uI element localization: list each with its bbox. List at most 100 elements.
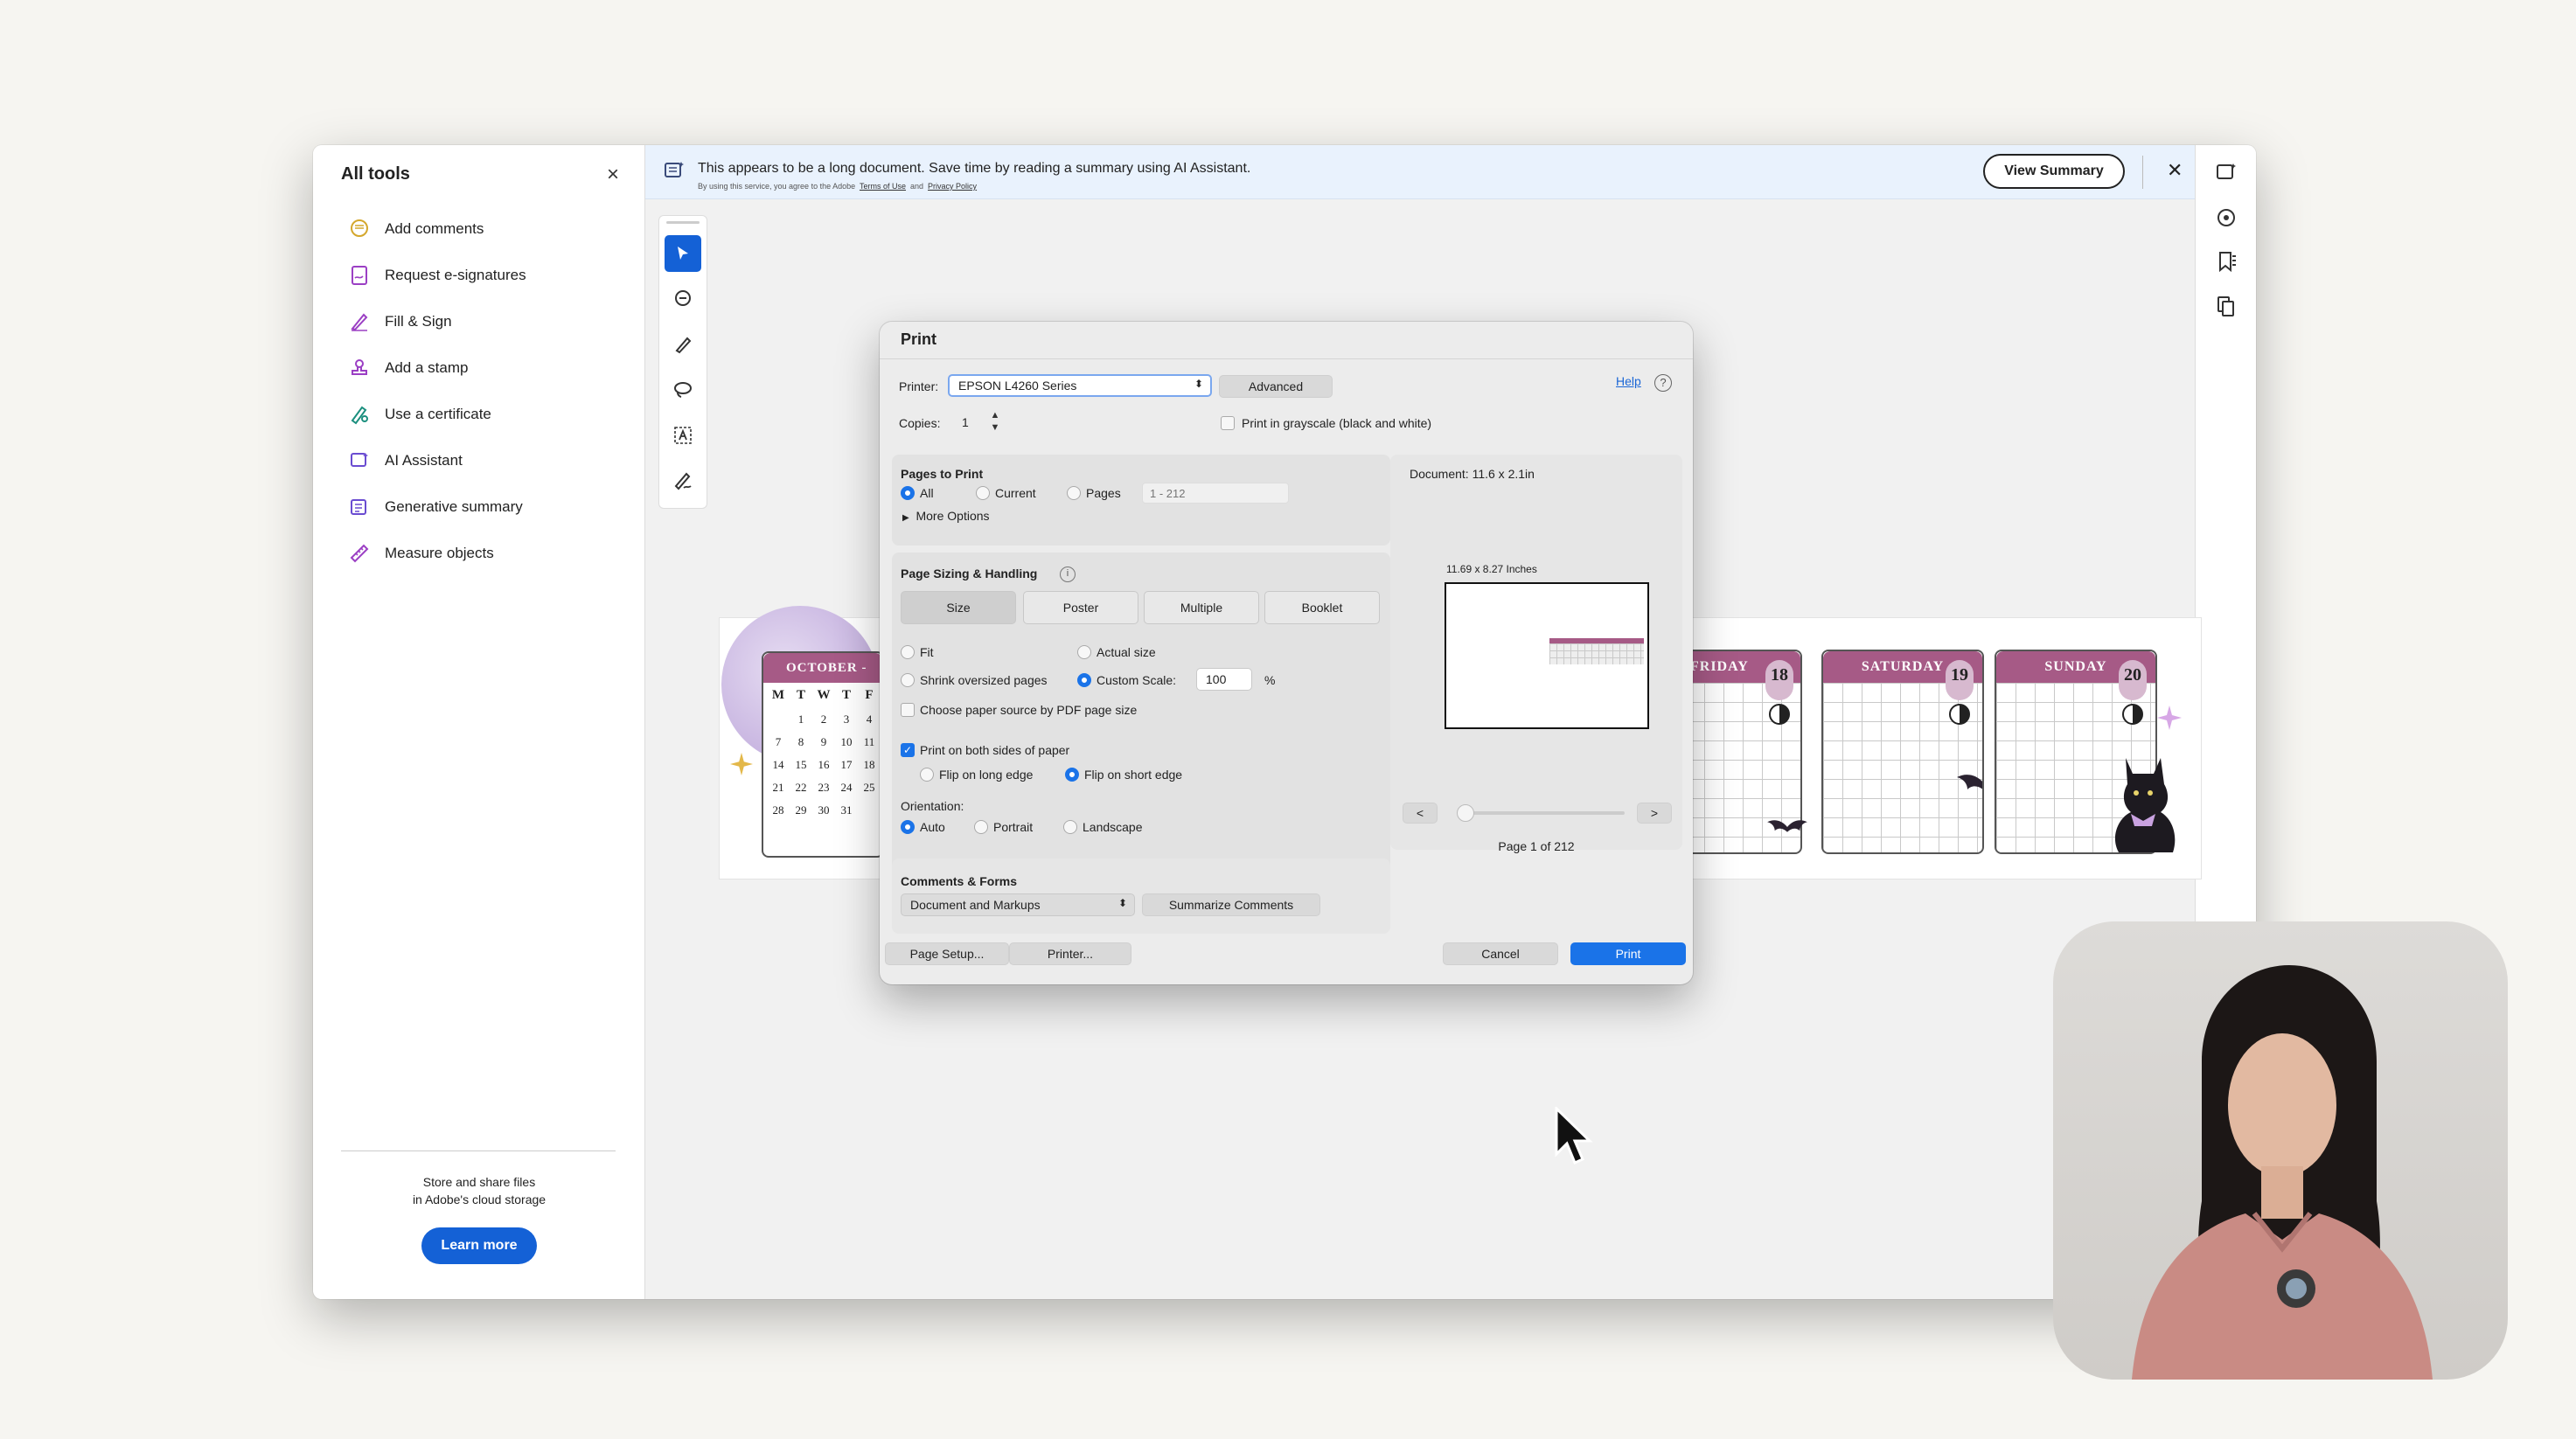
- tool-add-comments[interactable]: Add comments: [348, 212, 484, 247]
- section-heading: Pages to Print: [901, 467, 984, 481]
- shrink-radio[interactable]: [901, 673, 915, 687]
- all-tools-panel: All tools × Add comments Request e-signa…: [313, 145, 645, 1299]
- tool-use-certificate[interactable]: Use a certificate: [348, 397, 491, 432]
- certificate-icon: [351, 406, 368, 425]
- long-edge-radio[interactable]: [920, 768, 934, 782]
- black-cat-illustration: [2114, 758, 2176, 852]
- radio-label: Actual size: [1097, 645, 1156, 659]
- tab-poster[interactable]: Poster: [1023, 591, 1138, 624]
- ruler-icon: [350, 544, 369, 563]
- portrait-radio[interactable]: [974, 820, 988, 834]
- stamp-icon: [352, 359, 367, 375]
- custom-scale-radio[interactable]: [1077, 673, 1091, 687]
- tab-booklet[interactable]: Booklet: [1264, 591, 1380, 624]
- tab-size[interactable]: Size: [901, 591, 1016, 624]
- landscape-radio[interactable]: [1063, 820, 1077, 834]
- pages-range-input[interactable]: [1142, 483, 1289, 504]
- radio-label: Current: [995, 486, 1036, 500]
- banner-message: This appears to be a long document. Save…: [698, 161, 1251, 176]
- lasso-tool[interactable]: [665, 372, 701, 408]
- print-button[interactable]: Print: [1570, 942, 1686, 965]
- view-summary-button[interactable]: View Summary: [1983, 154, 2125, 189]
- moon-phase-icon: [1949, 704, 1970, 725]
- checkbox-label: Print on both sides of paper: [920, 743, 1070, 757]
- calendar-date: 9: [820, 735, 827, 748]
- more-options-disclosure[interactable]: ▶ More Options: [902, 509, 990, 523]
- next-page-button[interactable]: >: [1637, 803, 1672, 824]
- all-pages-radio[interactable]: [901, 486, 915, 500]
- page-sizing-section: Page Sizing & Handling i Size Poster Mul…: [892, 553, 1390, 885]
- close-panel-icon[interactable]: ×: [607, 163, 619, 187]
- radio-label: Shrink oversized pages: [920, 673, 1048, 687]
- weekday-head: T: [796, 688, 805, 702]
- pages-icon[interactable]: [2213, 294, 2239, 320]
- tab-multiple[interactable]: Multiple: [1144, 591, 1259, 624]
- tool-measure-objects[interactable]: Measure objects: [348, 536, 494, 571]
- terms-link[interactable]: Terms of Use: [860, 182, 906, 191]
- help-icon[interactable]: ?: [1654, 374, 1672, 392]
- fit-radio[interactable]: [901, 645, 915, 659]
- calendar-date: 3: [843, 713, 850, 726]
- short-edge-radio[interactable]: [1065, 768, 1079, 782]
- printer-button[interactable]: Printer...: [1009, 942, 1131, 965]
- actual-size-radio[interactable]: [1077, 645, 1091, 659]
- toolbar-handle[interactable]: [666, 221, 700, 224]
- page-slider-thumb[interactable]: [1457, 804, 1474, 822]
- weekday-head: F: [865, 688, 874, 702]
- printer-select[interactable]: EPSON L4260 Series ⬍: [948, 374, 1212, 397]
- calendar-date: 25: [863, 781, 875, 794]
- updown-chevron-icon: ⬍: [1194, 378, 1203, 390]
- close-banner-icon[interactable]: ✕: [2167, 159, 2183, 182]
- month-calendar: OCTOBER - 20 M T W T F 1 2 3 4 7 8 9 10 11 14 15 16 17 18 2…: [762, 651, 884, 858]
- text-tool[interactable]: [665, 417, 701, 454]
- prev-page-button[interactable]: <: [1403, 803, 1438, 824]
- info-icon[interactable]: i: [1060, 567, 1076, 582]
- day-number: 18: [1765, 660, 1793, 700]
- copies-field[interactable]: 1: [953, 411, 992, 434]
- paper-source-checkbox[interactable]: [901, 703, 915, 717]
- auto-orientation-radio[interactable]: [901, 820, 915, 834]
- summarize-comments-button[interactable]: Summarize Comments: [1142, 893, 1320, 916]
- calendar-date: 30: [818, 803, 830, 817]
- radio-label: Landscape: [1083, 820, 1143, 834]
- tool-request-e-signatures[interactable]: Request e-signatures: [348, 258, 526, 293]
- print-dialog: Print Printer: EPSON L4260 Series ⬍ Adva…: [880, 322, 1693, 984]
- comments-select[interactable]: Document and Markups ⬍: [901, 893, 1135, 916]
- cloud-storage-text: Store and share files in Adobe's cloud s…: [412, 1175, 547, 1206]
- learn-more-button[interactable]: Learn more: [421, 1227, 537, 1264]
- checkbox-label: Choose paper source by PDF page size: [920, 703, 1138, 717]
- select-tool[interactable]: [665, 235, 701, 272]
- tool-ai-assistant[interactable]: AI Assistant: [348, 443, 463, 478]
- tool-add-stamp[interactable]: Add a stamp: [348, 351, 468, 386]
- draw-tool[interactable]: [665, 326, 701, 363]
- ai-assistant-icon[interactable]: [2213, 159, 2239, 185]
- comment-tool[interactable]: [665, 281, 701, 317]
- month-header: OCTOBER - 20: [763, 653, 882, 705]
- grayscale-checkbox[interactable]: [1221, 416, 1235, 430]
- help-link[interactable]: Help: [1616, 374, 1641, 388]
- copies-stepper[interactable]: ▲ ▼: [988, 409, 1002, 435]
- calendar-date: 24: [840, 781, 853, 794]
- title-divider: [880, 358, 1693, 359]
- advanced-button[interactable]: Advanced: [1219, 375, 1333, 398]
- pages-range-radio[interactable]: [1067, 486, 1081, 500]
- tool-label: Generative summary: [385, 498, 523, 515]
- tool-generative-summary[interactable]: Generative summary: [348, 490, 523, 525]
- cancel-button[interactable]: Cancel: [1443, 942, 1558, 965]
- privacy-link[interactable]: Privacy Policy: [928, 182, 977, 191]
- scale-input[interactable]: 100: [1196, 668, 1252, 691]
- calendar-date: 18: [863, 758, 875, 771]
- both-sides-checkbox[interactable]: ✓: [901, 743, 915, 757]
- sign-tool[interactable]: [665, 462, 701, 499]
- comment-icon: [675, 290, 691, 306]
- bookmark-icon[interactable]: [2213, 248, 2239, 275]
- calendar-date: 31: [840, 803, 853, 817]
- tool-fill-sign[interactable]: Fill & Sign: [348, 304, 452, 339]
- page-setup-button[interactable]: Page Setup...: [885, 942, 1009, 965]
- ai-summary-banner: This appears to be a long document. Save…: [645, 145, 2195, 199]
- tool-label: Use a certificate: [385, 406, 491, 422]
- page-slider-track[interactable]: [1459, 811, 1625, 815]
- calendar-date: 4: [866, 713, 873, 726]
- current-page-radio[interactable]: [976, 486, 990, 500]
- comments-rail-icon[interactable]: [2213, 205, 2239, 231]
